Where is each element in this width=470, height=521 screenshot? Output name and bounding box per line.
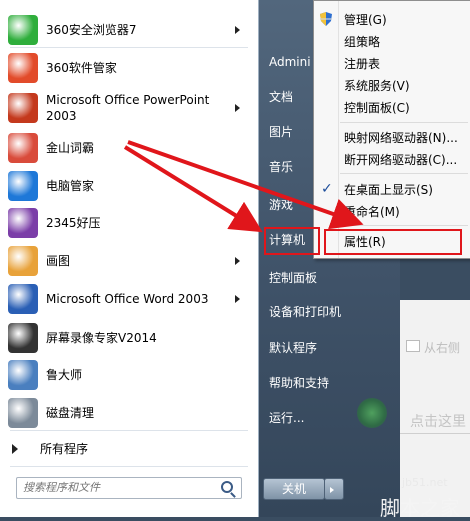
- program-label: 360安全浏览器7: [46, 23, 137, 37]
- paint-icon: [8, 246, 38, 276]
- shutdown-options-button[interactable]: [324, 478, 344, 500]
- program-label: Microsoft Office Word 2003: [46, 292, 209, 306]
- triangle-right-icon: [12, 443, 18, 454]
- program-label: 360软件管家: [46, 61, 117, 75]
- divider: [400, 433, 470, 434]
- haozip-icon: [8, 208, 38, 238]
- properties-highlight-box: [324, 229, 462, 255]
- menu-item-show-on-desktop[interactable]: 在桌面上显示(S): [344, 180, 433, 200]
- menu-item-system-services[interactable]: 系统服务(V): [344, 76, 410, 96]
- powerpoint-icon: [8, 93, 38, 123]
- menu-separator: [340, 173, 468, 174]
- menu-item-map-drive[interactable]: 映射网络驱动器(N)...: [344, 128, 458, 148]
- pictures-link[interactable]: 图片: [269, 122, 293, 142]
- user-folder-link[interactable]: Admini: [269, 52, 311, 72]
- divider: [10, 47, 248, 48]
- devices-printers-link[interactable]: 设备和打印机: [269, 302, 341, 322]
- control-panel-link[interactable]: 控制面板: [269, 268, 317, 288]
- disk-cleanup-icon: [8, 398, 38, 428]
- cursor-glow: [357, 398, 387, 428]
- run-link[interactable]: 运行...: [269, 408, 304, 428]
- help-support-link[interactable]: 帮助和支持: [269, 373, 329, 393]
- menu-item-rename[interactable]: 重命名(M): [344, 202, 400, 222]
- menu-separator: [340, 225, 468, 226]
- program-item[interactable]: Microsoft Office Word 2003: [6, 281, 252, 317]
- program-label: Microsoft Office PowerPoint 2003: [46, 93, 210, 123]
- menu-item-disconnect-drive[interactable]: 断开网络驱动器(C)...: [344, 150, 457, 170]
- menu-gutter: [338, 1, 339, 258]
- search-box[interactable]: [16, 477, 242, 499]
- kingsoft-dictionary-icon: [8, 133, 38, 163]
- submenu-arrow-icon[interactable]: [235, 295, 240, 303]
- all-programs-label: 所有程序: [40, 442, 89, 456]
- divider: [10, 430, 248, 431]
- menu-separator: [340, 122, 468, 123]
- image-placeholder-icon: [406, 340, 420, 352]
- documents-link[interactable]: 文档: [269, 87, 293, 107]
- program-item[interactable]: 鲁大师: [6, 357, 252, 393]
- menu-item-manage[interactable]: 管理(G): [344, 10, 387, 30]
- program-item[interactable]: Microsoft Office PowerPoint 2003: [6, 90, 252, 126]
- program-label: 磁盘清理: [46, 406, 95, 420]
- computer-highlight-box: [264, 227, 320, 255]
- submenu-arrow-icon[interactable]: [235, 104, 240, 112]
- program-item[interactable]: 360软件管家: [6, 50, 252, 86]
- start-menu-programs-panel: 360安全浏览器7 360软件管家 Microsoft Office PowerPo…: [0, 0, 259, 517]
- submenu-arrow-icon[interactable]: [235, 257, 240, 265]
- shutdown-button[interactable]: 关机: [263, 478, 325, 500]
- default-programs-link[interactable]: 默认程序: [269, 338, 317, 358]
- pc-manager-icon: [8, 171, 38, 201]
- menu-item-registry[interactable]: 注册表: [344, 54, 380, 74]
- program-item[interactable]: 屏幕录像专家V2014: [6, 320, 252, 356]
- uac-shield-icon: [320, 12, 332, 26]
- program-label: 金山词霸: [46, 141, 95, 155]
- watermark-site: jb51.net: [402, 476, 448, 489]
- checkmark-icon: ✓: [321, 181, 333, 197]
- divider: [10, 466, 248, 467]
- program-label: 屏幕录像专家V2014: [46, 331, 157, 345]
- background-hint-2: 点击这里: [410, 414, 466, 430]
- all-programs-button[interactable]: 所有程序: [12, 440, 88, 457]
- menu-item-group-policy[interactable]: 组策略: [344, 32, 380, 52]
- menu-item-control-panel[interactable]: 控制面板(C): [344, 98, 410, 118]
- program-item[interactable]: 金山词霸: [6, 130, 252, 166]
- program-label: 画图: [46, 254, 71, 268]
- program-item[interactable]: 电脑管家: [6, 168, 252, 204]
- search-input[interactable]: [17, 478, 219, 496]
- games-link[interactable]: 游戏: [269, 195, 293, 215]
- program-item[interactable]: 画图: [6, 243, 252, 279]
- browser-360-icon: [8, 15, 38, 45]
- program-label: 鲁大师: [46, 368, 83, 382]
- search-icon[interactable]: [221, 481, 233, 493]
- ludashi-icon: [8, 360, 38, 390]
- program-item[interactable]: 360安全浏览器7: [6, 12, 252, 48]
- computer-context-menu: 管理(G) 组策略 注册表 系统服务(V) 控制面板(C) 映射网络驱动器(N)…: [313, 0, 470, 259]
- program-label: 电脑管家: [46, 179, 95, 193]
- program-item[interactable]: 磁盘清理: [6, 395, 252, 431]
- submenu-arrow-icon[interactable]: [235, 26, 240, 34]
- music-link[interactable]: 音乐: [269, 157, 293, 177]
- background-hint-1: 从右侧: [424, 341, 461, 355]
- screen-recorder-icon: [8, 323, 38, 353]
- program-label: 2345好压: [46, 216, 101, 230]
- program-item[interactable]: 2345好压: [6, 205, 252, 241]
- software-manager-icon: [8, 53, 38, 83]
- word-icon: [8, 284, 38, 314]
